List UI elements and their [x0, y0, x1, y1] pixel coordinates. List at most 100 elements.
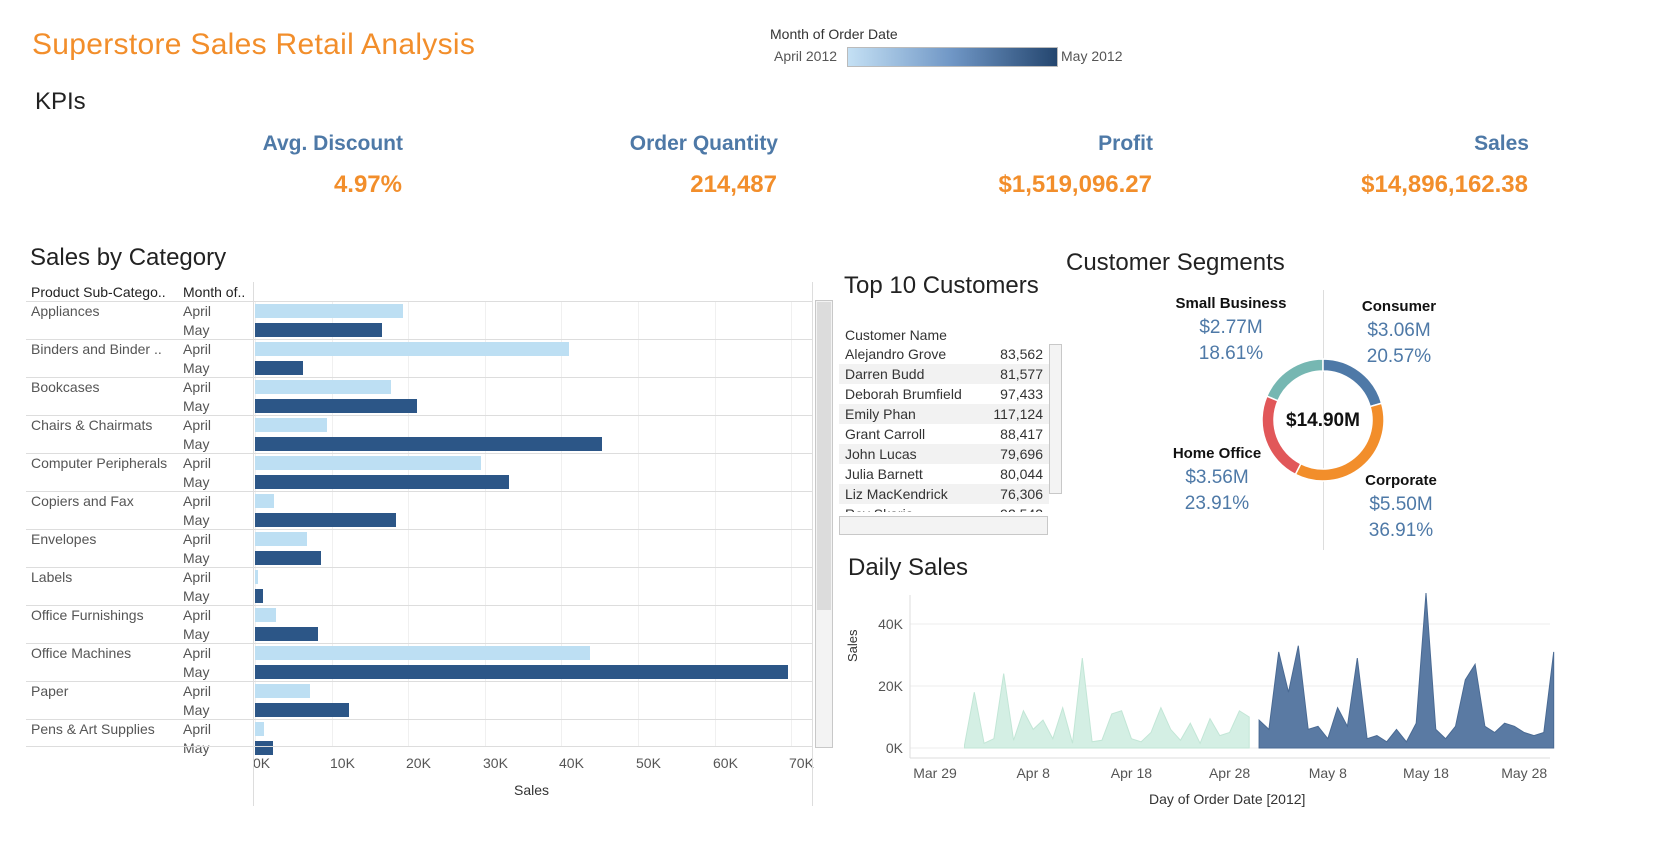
customer-row[interactable]: Roy Skaria 92,542 [839, 504, 1049, 512]
month-label: May [183, 588, 210, 604]
april-sales-bar[interactable] [255, 570, 259, 584]
month-label: April [183, 341, 212, 357]
customer-row[interactable]: Deborah Brumfield 97,433 [839, 384, 1049, 404]
may-sales-bar[interactable] [255, 551, 321, 565]
customer-name: John Lucas [845, 446, 917, 462]
april-sales-bar[interactable] [255, 646, 590, 660]
customer-segments-title: Customer Segments [1066, 249, 1285, 276]
category-gridline [715, 302, 716, 746]
month-label: April [183, 303, 212, 319]
category-separator [26, 301, 813, 302]
month-column-header[interactable]: Month of.. [183, 284, 245, 300]
may-sales-bar[interactable] [255, 323, 383, 337]
may-sales-bar[interactable] [255, 741, 274, 755]
donut-segment-home-office[interactable] [1261, 395, 1302, 476]
category-separator [26, 491, 813, 492]
customer-sales-value: 92,542 [1000, 506, 1043, 512]
customer-row[interactable]: Alejandro Grove 83,562 [839, 344, 1049, 364]
april-sales-bar[interactable] [255, 608, 277, 622]
segment-home-office-name: Home Office [1172, 445, 1262, 462]
may-sales-bar[interactable] [255, 475, 510, 489]
may-sales-bar[interactable] [255, 437, 602, 451]
daily-sales-chart[interactable]: 0K 20K 40K Mar 29 Apr 8 Apr 18 Apr 28 May 8 May … [840, 590, 1557, 812]
customer-row[interactable]: John Lucas 79,696 [839, 444, 1049, 464]
month-label: May [183, 436, 210, 452]
customer-row[interactable]: Darren Budd 81,577 [839, 364, 1049, 384]
category-separator [26, 681, 813, 682]
april-sales-bar[interactable] [255, 342, 570, 356]
segment-consumer-value: $3.06M [1367, 320, 1431, 341]
month-label: April [183, 645, 212, 661]
category-separator [26, 567, 813, 568]
daily-y-tick: 0K [886, 740, 904, 756]
customer-row[interactable]: Grant Carroll 88,417 [839, 424, 1049, 444]
category-gridline [791, 302, 792, 746]
may-sales-bar[interactable] [255, 513, 396, 527]
daily-sales-may-area[interactable] [1258, 592, 1555, 749]
customer-row[interactable]: Emily Phan 117,124 [839, 404, 1049, 424]
april-sales-bar[interactable] [255, 532, 308, 546]
may-sales-bar[interactable] [255, 627, 318, 641]
category-label: Chairs & Chairmats [31, 417, 153, 433]
top-customers-table: Alejandro Grove 83,562 Darren Budd 81,577 De… [839, 344, 1049, 512]
month-color-legend[interactable] [847, 47, 1058, 67]
april-sales-bar[interactable] [255, 722, 265, 736]
top-customers-title: Top 10 Customers [844, 272, 1039, 299]
daily-x-tick: Apr 8 [1016, 765, 1050, 781]
may-sales-bar[interactable] [255, 361, 304, 375]
category-x-axis-label: Sales [514, 782, 550, 798]
daily-x-tick: May 18 [1403, 765, 1449, 781]
kpi-profit-label: Profit [1098, 132, 1153, 155]
category-separator [26, 339, 813, 340]
april-sales-bar[interactable] [255, 418, 327, 432]
donut-segment-small-business[interactable] [1265, 358, 1324, 402]
customer-row[interactable]: Liz MacKendrick 76,306 [839, 484, 1049, 504]
may-sales-bar[interactable] [255, 665, 789, 679]
month-label: May [183, 702, 210, 718]
segment-corporate-pct: 36.91% [1368, 520, 1434, 541]
category-separator [26, 719, 813, 720]
subcategory-column-header[interactable]: Product Sub-Catego.. [31, 284, 166, 300]
kpi-sales-value: $14,896,162.38 [1361, 171, 1528, 198]
customer-name: Julia Barnett [845, 466, 923, 482]
category-chart-bottom-line [26, 746, 813, 747]
customers-horizontal-scrollbar[interactable] [839, 516, 1048, 535]
segment-corporate-name: Corporate [1365, 472, 1437, 489]
category-label: Appliances [31, 303, 100, 319]
segment-small-business-value: $2.77M [1199, 317, 1263, 338]
category-x-tick: 70K [789, 755, 814, 771]
month-label: April [183, 683, 212, 699]
kpi-sales-label: Sales [1474, 132, 1529, 155]
month-legend-title: Month of Order Date [770, 26, 898, 42]
category-separator [26, 453, 813, 454]
category-scrollbar-thumb[interactable] [817, 302, 831, 610]
daily-sales-title: Daily Sales [848, 554, 969, 581]
may-sales-bar[interactable] [255, 703, 350, 717]
customer-name-header[interactable]: Customer Name [845, 327, 947, 343]
customer-sales-value: 117,124 [993, 406, 1043, 422]
month-label: April [183, 569, 212, 585]
category-scrollbar[interactable] [815, 300, 833, 748]
month-label: May [183, 360, 210, 376]
daily-y-axis-label: Sales [845, 629, 860, 662]
april-sales-bar[interactable] [255, 684, 311, 698]
customer-sales-value: 80,044 [1000, 466, 1043, 482]
may-sales-bar[interactable] [255, 589, 263, 603]
category-x-tick: 50K [636, 755, 661, 771]
april-sales-bar[interactable] [255, 456, 481, 470]
category-chart-right-border [812, 282, 813, 806]
category-separator [26, 605, 813, 606]
customer-name: Deborah Brumfield [845, 386, 962, 402]
month-label: May [183, 626, 210, 642]
category-label: Pens & Art Supplies [31, 721, 155, 737]
april-sales-bar[interactable] [255, 380, 392, 394]
sales-by-category-title: Sales by Category [30, 244, 227, 271]
month-label: April [183, 493, 212, 509]
april-sales-bar[interactable] [255, 304, 403, 318]
daily-sales-april-area[interactable] [963, 658, 1250, 749]
category-label: Computer Peripherals [31, 455, 168, 471]
customers-vertical-scrollbar[interactable] [1049, 344, 1062, 494]
may-sales-bar[interactable] [255, 399, 418, 413]
april-sales-bar[interactable] [255, 494, 275, 508]
customer-row[interactable]: Julia Barnett 80,044 [839, 464, 1049, 484]
